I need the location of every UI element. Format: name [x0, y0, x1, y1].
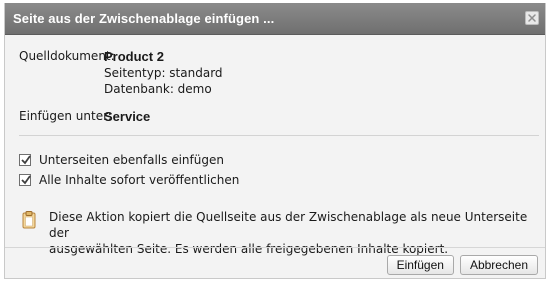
paste-page-dialog: Seite aus der Zwischenablage einfügen ..…	[4, 3, 546, 279]
subpages-label: Unterseiten ebenfalls einfügen	[39, 153, 224, 167]
subpages-checkbox[interactable]	[19, 154, 31, 166]
cancel-button[interactable]: Abbrechen	[459, 255, 538, 275]
dialog-title: Seite aus der Zwischenablage einfügen ..…	[13, 11, 275, 26]
dialog-details: Quelldokument: Product 2 Seitentyp: stan…	[19, 49, 539, 124]
database: Datenbank: demo	[104, 82, 212, 96]
close-icon[interactable]	[525, 11, 539, 25]
source-document-row: Quelldokument: Product 2 Seitentyp: stan…	[19, 49, 539, 97]
page-type: Seitentyp: standard	[104, 66, 223, 80]
insert-under-target: Service	[104, 109, 151, 124]
source-document-name: Product 2	[104, 49, 164, 64]
option-publish-immediately[interactable]: Alle Inhalte sofort veröffentlichen	[19, 170, 239, 190]
insert-under-row: Einfügen unter: Service	[19, 109, 539, 124]
divider	[19, 135, 539, 136]
insert-under-label: Einfügen unter:	[19, 109, 112, 123]
source-document-label: Quelldokument:	[19, 49, 115, 63]
dialog-footer: Einfügen Abbrechen	[5, 247, 545, 279]
options-list: Unterseiten ebenfalls einfügen Alle Inha…	[19, 150, 239, 190]
info-text-line-1: Diese Aktion kopiert die Quellseite aus …	[49, 210, 528, 240]
screenshot-frame: Seite aus der Zwischenablage einfügen ..…	[0, 0, 546, 291]
publish-checkbox[interactable]	[19, 174, 31, 186]
insert-button[interactable]: Einfügen	[386, 255, 454, 275]
dialog-titlebar: Seite aus der Zwischenablage einfügen ..…	[5, 3, 545, 35]
dialog-buttons: Einfügen Abbrechen	[386, 255, 538, 275]
clipboard-icon	[19, 210, 39, 230]
publish-label: Alle Inhalte sofort veröffentlichen	[39, 173, 240, 187]
source-document-values: Product 2 Seitentyp: standard Datenbank:…	[104, 49, 223, 97]
option-include-subpages[interactable]: Unterseiten ebenfalls einfügen	[19, 150, 239, 170]
